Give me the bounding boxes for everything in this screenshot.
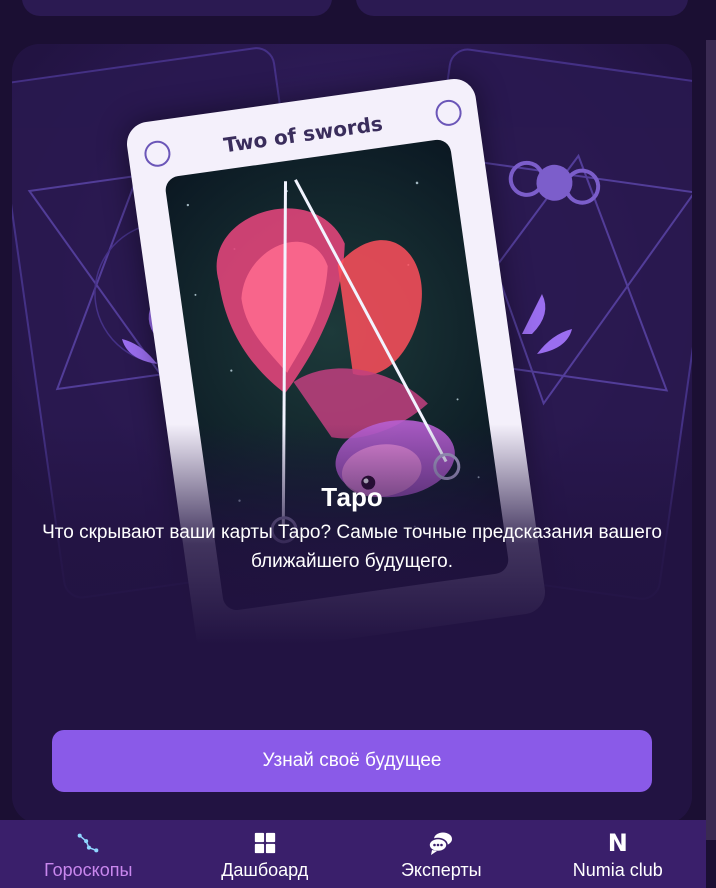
nav-label-horoscopes: Гороскопы: [44, 860, 133, 880]
bottom-navigation: Гороскопы Дашбоард Эксперты N Numia club: [0, 820, 706, 888]
nav-item-experts[interactable]: Эксперты: [353, 820, 530, 888]
nav-label-experts: Эксперты: [400, 860, 482, 880]
numia-logo-icon: N: [607, 829, 628, 857]
hero-title: Таро: [321, 482, 383, 512]
nav-item-dashboard[interactable]: Дашбоард: [177, 820, 354, 888]
screen: Two of swords Таро Что скрывают ваши кар…: [0, 0, 716, 888]
nav-label-dashboard: Дашбоард: [221, 860, 309, 880]
edge-background-strip: [706, 40, 716, 840]
chat-bubbles-icon: [428, 830, 454, 856]
top-card-right[interactable]: [356, 0, 688, 16]
nav-item-horoscopes[interactable]: Гороскопы: [0, 820, 177, 888]
constellation-icon: [75, 830, 101, 856]
hero-description: Что скрывают ваши карты Таро? Самые точн…: [42, 522, 662, 572]
tarot-hero-card[interactable]: Two of swords Таро Что скрывают ваши кар…: [12, 44, 692, 824]
discover-future-button[interactable]: Узнай своё будущее: [52, 730, 652, 792]
nav-item-numia-club[interactable]: N Numia club: [530, 820, 707, 888]
top-card-left[interactable]: [22, 0, 332, 16]
nav-label-numia-club: Numia club: [572, 860, 663, 880]
dashboard-grid-icon: [252, 830, 278, 856]
